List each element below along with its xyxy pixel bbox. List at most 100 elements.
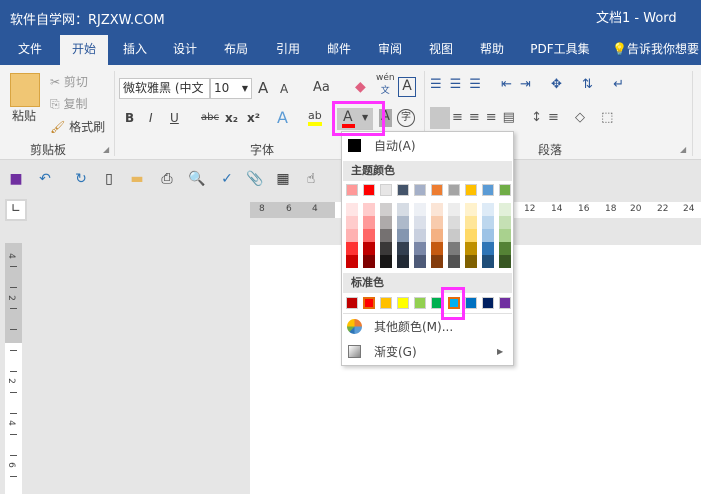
highlight-button[interactable]: ab [308,109,322,126]
color-swatch[interactable] [380,216,392,229]
color-swatch[interactable] [499,184,511,196]
tab-help[interactable]: 帮助 [469,35,515,65]
undo-icon[interactable]: ↶ [36,170,54,188]
italic-button[interactable]: I [149,111,153,125]
tab-references[interactable]: 引用 [265,35,311,65]
attach-icon[interactable]: 📎 [246,170,264,188]
color-swatch[interactable] [346,255,358,268]
color-swatch[interactable] [431,242,443,255]
color-swatch[interactable] [448,216,460,229]
dialog-launcher-icon[interactable]: ◢ [680,145,686,154]
change-case-button[interactable]: Aa [313,80,330,95]
color-swatch[interactable] [482,229,494,242]
vertical-ruler[interactable]: 4 2 2 4 6 [5,243,22,494]
color-swatch[interactable] [431,216,443,229]
new-document-icon[interactable]: ▯ [100,170,118,188]
copy-button[interactable]: ⎘ 复制 [50,95,87,112]
print-preview-icon[interactable]: 🔍 [188,170,206,188]
color-swatch[interactable] [363,184,375,196]
color-swatch[interactable] [363,216,375,229]
color-swatch[interactable] [499,255,511,268]
color-swatch[interactable] [465,203,477,216]
color-swatch[interactable] [414,216,426,229]
tab-home[interactable]: 开始 [60,35,108,65]
color-swatch[interactable] [499,229,511,242]
tab-view[interactable]: 视图 [418,35,464,65]
color-swatch[interactable] [465,229,477,242]
spelling-icon[interactable]: ✓ [218,170,236,188]
redo-icon[interactable]: ↻ [72,170,90,188]
tab-file[interactable]: 文件 [5,35,55,65]
tab-mailings[interactable]: 邮件 [316,35,362,65]
enclose-characters-button[interactable]: 字 [397,109,415,127]
tab-layout[interactable]: 布局 [213,35,259,65]
color-swatch[interactable] [363,255,375,268]
color-swatch[interactable] [465,242,477,255]
color-swatch[interactable] [380,297,392,309]
gradient-item[interactable]: 渐变(G) ▶ [342,341,513,363]
dialog-launcher-icon[interactable]: ◢ [103,145,109,154]
format-painter-button[interactable]: 🖌 格式刷 [50,118,105,135]
color-swatch[interactable] [431,255,443,268]
paragraph-buttons[interactable]: ≡≡≡▤ ↕≡ ◇ ⬚ [452,110,619,125]
color-swatch[interactable] [380,184,392,196]
color-swatch[interactable] [380,229,392,242]
color-swatch[interactable] [414,255,426,268]
more-colors-item[interactable]: 其他颜色(M)... [342,316,513,338]
color-swatch[interactable] [397,184,409,196]
color-swatch[interactable] [363,242,375,255]
bold-button[interactable]: B [125,111,134,125]
color-swatch[interactable] [397,203,409,216]
color-swatch[interactable] [448,229,460,242]
color-swatch[interactable] [431,229,443,242]
font-name-select[interactable]: 微软雅黑 (中文 [119,78,210,99]
save-icon[interactable]: ■ [7,170,25,188]
color-swatch[interactable] [465,184,477,196]
color-swatch[interactable] [482,242,494,255]
character-border-button[interactable]: A [398,77,416,97]
color-swatch[interactable] [346,242,358,255]
color-swatch[interactable] [397,242,409,255]
strikethrough-button[interactable]: abc [201,112,219,123]
color-swatch[interactable] [346,184,358,196]
color-swatch[interactable] [482,203,494,216]
color-swatch[interactable] [414,203,426,216]
color-swatch[interactable] [499,203,511,216]
color-swatch[interactable] [363,203,375,216]
open-folder-icon[interactable]: ▬ [128,170,146,188]
color-swatch[interactable] [482,255,494,268]
subscript-button[interactable]: x₂ [225,111,238,125]
tab-design[interactable]: 设计 [162,35,208,65]
color-swatch[interactable] [448,255,460,268]
tab-insert[interactable]: 插入 [112,35,158,65]
color-swatch[interactable] [397,229,409,242]
paste-icon[interactable] [10,73,40,107]
color-swatch[interactable] [363,229,375,242]
color-swatch[interactable] [346,203,358,216]
tab-review[interactable]: 审阅 [367,35,413,65]
clear-format-icon[interactable]: ◆ [355,79,366,95]
paste-button[interactable]: 粘贴 [12,107,36,124]
cut-button[interactable]: ✂ 剪切 [50,73,88,90]
color-swatch[interactable] [397,216,409,229]
phonetic-guide-button[interactable]: wén 文 [376,73,395,96]
text-effects-button[interactable]: A [277,108,288,127]
color-swatch[interactable] [380,242,392,255]
color-swatch[interactable] [346,229,358,242]
color-swatch[interactable] [397,255,409,268]
color-swatch[interactable] [414,184,426,196]
color-swatch[interactable] [482,297,494,309]
color-swatch[interactable] [397,297,409,309]
color-swatch[interactable] [482,216,494,229]
superscript-button[interactable]: x² [247,111,260,125]
color-swatch[interactable] [482,184,494,196]
table-edit-icon[interactable]: ▦ [274,170,292,188]
tell-me-search[interactable]: 💡告诉我你想要 [612,35,701,65]
list-buttons[interactable]: ☰☰☰ ⇤⇥ ✥ ⇅ ↵ [430,77,632,92]
color-swatch[interactable] [465,216,477,229]
color-swatch[interactable] [448,184,460,196]
color-swatch[interactable] [465,255,477,268]
underline-button[interactable]: U [170,111,179,125]
color-swatch[interactable] [431,184,443,196]
color-swatch[interactable] [499,297,511,309]
